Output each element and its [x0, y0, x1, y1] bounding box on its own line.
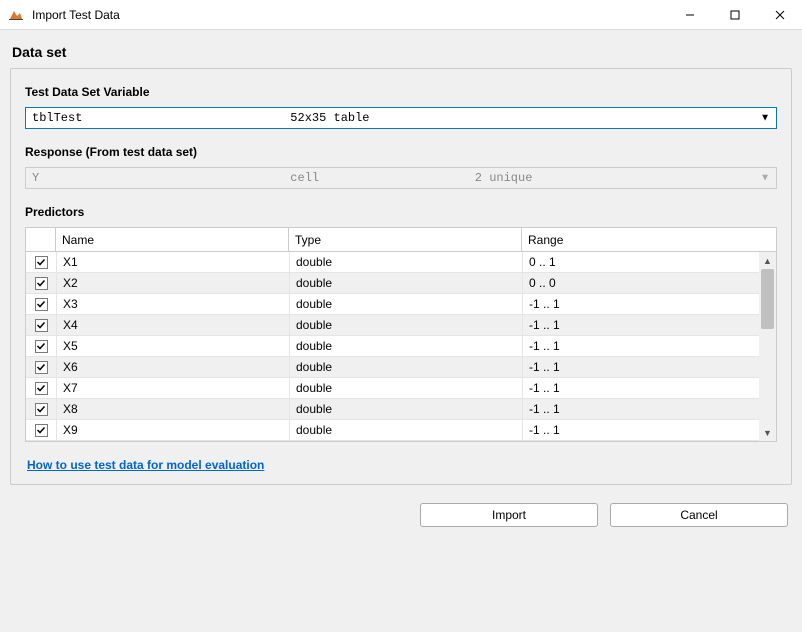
- row-range: -1 .. 1: [522, 399, 759, 419]
- predictors-body: X1double0 .. 1X2double0 .. 0X3double-1 .…: [26, 252, 759, 441]
- scroll-track[interactable]: [759, 269, 776, 424]
- row-range: 0 .. 0: [522, 273, 759, 293]
- variable-label: Test Data Set Variable: [25, 85, 777, 99]
- table-row[interactable]: X1double0 .. 1: [26, 252, 759, 273]
- row-checkbox-cell: [26, 256, 56, 269]
- row-checkbox-cell: [26, 382, 56, 395]
- header-check-col: [26, 228, 56, 251]
- vertical-scrollbar[interactable]: ▲ ▼: [759, 252, 776, 441]
- table-row[interactable]: X4double-1 .. 1: [26, 315, 759, 336]
- section-title: Data set: [12, 44, 792, 60]
- row-checkbox-cell: [26, 340, 56, 353]
- row-range: -1 .. 1: [522, 357, 759, 377]
- response-unique: 2 unique: [475, 171, 660, 185]
- response-type: cell: [290, 171, 475, 185]
- row-name: X2: [56, 273, 289, 293]
- row-checkbox[interactable]: [35, 319, 48, 332]
- response-label: Response (From test data set): [25, 145, 777, 159]
- row-type: double: [289, 399, 522, 419]
- help-link[interactable]: How to use test data for model evaluatio…: [27, 458, 264, 472]
- row-name: X7: [56, 378, 289, 398]
- row-name: X3: [56, 294, 289, 314]
- header-name[interactable]: Name: [56, 228, 289, 251]
- row-checkbox-cell: [26, 361, 56, 374]
- row-checkbox[interactable]: [35, 361, 48, 374]
- row-type: double: [289, 294, 522, 314]
- scroll-up-icon[interactable]: ▲: [759, 252, 776, 269]
- response-select: Y cell 2 unique ▼: [25, 167, 777, 189]
- row-checkbox-cell: [26, 277, 56, 290]
- row-checkbox-cell: [26, 298, 56, 311]
- row-checkbox[interactable]: [35, 424, 48, 437]
- row-checkbox[interactable]: [35, 277, 48, 290]
- cancel-button[interactable]: Cancel: [610, 503, 788, 527]
- variable-select[interactable]: tblTest 52x35 table ▼: [25, 107, 777, 129]
- predictors-table: Name Type Range X1double0 .. 1X2double0 …: [25, 227, 777, 442]
- chevron-down-icon: ▼: [760, 173, 770, 184]
- table-row[interactable]: X9double-1 .. 1: [26, 420, 759, 441]
- row-range: 0 .. 1: [522, 252, 759, 272]
- row-checkbox[interactable]: [35, 256, 48, 269]
- header-range[interactable]: Range: [522, 228, 759, 251]
- row-range: -1 .. 1: [522, 294, 759, 314]
- row-range: -1 .. 1: [522, 378, 759, 398]
- row-type: double: [289, 273, 522, 293]
- row-checkbox[interactable]: [35, 340, 48, 353]
- close-button[interactable]: [757, 0, 802, 30]
- import-button[interactable]: Import: [420, 503, 598, 527]
- title-bar: Import Test Data: [0, 0, 802, 30]
- row-type: double: [289, 378, 522, 398]
- row-name: X9: [56, 420, 289, 440]
- table-row[interactable]: X3double-1 .. 1: [26, 294, 759, 315]
- app-icon: [8, 7, 24, 23]
- row-checkbox[interactable]: [35, 298, 48, 311]
- table-row[interactable]: X5double-1 .. 1: [26, 336, 759, 357]
- row-range: -1 .. 1: [522, 336, 759, 356]
- table-row[interactable]: X6double-1 .. 1: [26, 357, 759, 378]
- row-checkbox[interactable]: [35, 403, 48, 416]
- table-row[interactable]: X8double-1 .. 1: [26, 399, 759, 420]
- row-type: double: [289, 252, 522, 272]
- row-type: double: [289, 357, 522, 377]
- scroll-thumb[interactable]: [761, 269, 774, 329]
- row-name: X5: [56, 336, 289, 356]
- variable-name: tblTest: [32, 111, 290, 125]
- row-checkbox-cell: [26, 319, 56, 332]
- row-name: X6: [56, 357, 289, 377]
- row-name: X4: [56, 315, 289, 335]
- table-row[interactable]: X7double-1 .. 1: [26, 378, 759, 399]
- variable-dims: 52x35 table: [290, 111, 475, 125]
- table-row[interactable]: X2double0 .. 0: [26, 273, 759, 294]
- predictors-header: Name Type Range: [26, 228, 776, 252]
- row-range: -1 .. 1: [522, 315, 759, 335]
- row-type: double: [289, 420, 522, 440]
- predictors-label: Predictors: [25, 205, 777, 219]
- row-type: double: [289, 336, 522, 356]
- row-type: double: [289, 315, 522, 335]
- chevron-down-icon: ▼: [760, 113, 770, 124]
- data-set-panel: Test Data Set Variable tblTest 52x35 tab…: [10, 68, 792, 485]
- row-range: -1 .. 1: [522, 420, 759, 440]
- row-checkbox[interactable]: [35, 382, 48, 395]
- row-name: X8: [56, 399, 289, 419]
- response-name: Y: [32, 171, 290, 185]
- row-name: X1: [56, 252, 289, 272]
- minimize-button[interactable]: [667, 0, 712, 30]
- header-type[interactable]: Type: [289, 228, 522, 251]
- row-checkbox-cell: [26, 403, 56, 416]
- row-checkbox-cell: [26, 424, 56, 437]
- button-row: Import Cancel: [0, 485, 802, 545]
- maximize-button[interactable]: [712, 0, 757, 30]
- scroll-down-icon[interactable]: ▼: [759, 424, 776, 441]
- window-title: Import Test Data: [32, 8, 667, 22]
